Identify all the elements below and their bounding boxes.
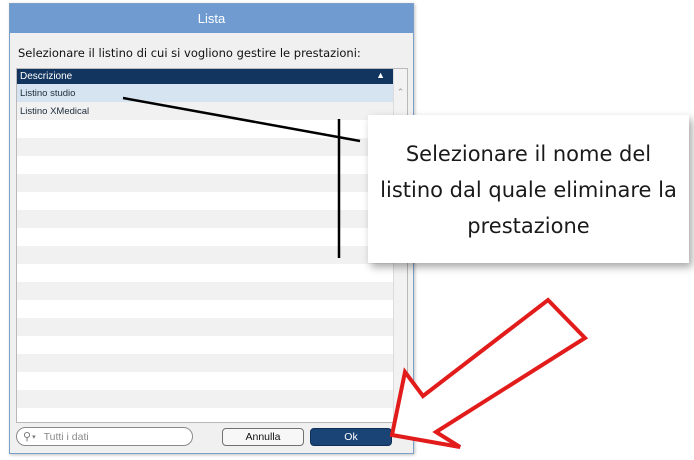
cancel-button-label: Annulla bbox=[245, 431, 281, 443]
list-item-label: Listino XMedical bbox=[20, 105, 90, 117]
empty-row bbox=[17, 264, 393, 282]
empty-row bbox=[17, 246, 393, 264]
red-arrow-icon bbox=[389, 297, 589, 449]
empty-row bbox=[17, 300, 393, 318]
column-header-descrizione[interactable]: Descrizione ▲ bbox=[17, 69, 393, 84]
callout-box: Selezionare il nome del listino dal qual… bbox=[368, 115, 689, 263]
search-input[interactable]: ⚲ ▾ Tutti i dati bbox=[16, 427, 193, 446]
search-icon: ⚲ bbox=[23, 431, 32, 443]
list-rows: Listino studio Listino XMedical bbox=[17, 84, 393, 422]
column-header-label: Descrizione bbox=[20, 71, 73, 82]
ok-button-label: Ok bbox=[344, 431, 358, 443]
listino-list[interactable]: Descrizione ▲ Listino studio Listino XMe… bbox=[16, 68, 408, 423]
list-item-label: Listino studio bbox=[20, 87, 76, 99]
instruction-text: Selezionare il listino di cui si voglion… bbox=[18, 46, 361, 60]
empty-row bbox=[17, 174, 393, 192]
empty-row bbox=[17, 282, 393, 300]
scroll-down-icon[interactable]: ⌄ bbox=[394, 406, 407, 420]
scroll-up-icon[interactable]: ⌃ bbox=[394, 85, 407, 99]
list-item[interactable]: Listino studio bbox=[17, 84, 393, 102]
empty-row bbox=[17, 156, 393, 174]
dialog-titlebar[interactable]: Lista bbox=[10, 4, 413, 33]
list-dialog: Lista Selezionare il listino di cui si v… bbox=[9, 3, 414, 454]
empty-row bbox=[17, 192, 393, 210]
ok-button[interactable]: Ok bbox=[310, 428, 392, 446]
dialog-title: Lista bbox=[197, 11, 226, 26]
empty-row bbox=[17, 120, 393, 138]
empty-row bbox=[17, 138, 393, 156]
sort-ascending-icon[interactable]: ▲ bbox=[376, 70, 385, 80]
empty-row bbox=[17, 318, 393, 336]
empty-row bbox=[17, 408, 393, 422]
list-item[interactable]: Listino XMedical bbox=[17, 102, 393, 120]
empty-row bbox=[17, 228, 393, 246]
search-placeholder: Tutti i dati bbox=[43, 430, 89, 443]
cancel-button[interactable]: Annulla bbox=[222, 428, 304, 446]
empty-row bbox=[17, 390, 393, 408]
empty-row bbox=[17, 354, 393, 372]
empty-row bbox=[17, 210, 393, 228]
callout-text: Selezionare il nome del listino dal qual… bbox=[380, 142, 677, 238]
empty-row bbox=[17, 372, 393, 390]
empty-row bbox=[17, 336, 393, 354]
chevron-down-icon: ▾ bbox=[32, 433, 36, 441]
